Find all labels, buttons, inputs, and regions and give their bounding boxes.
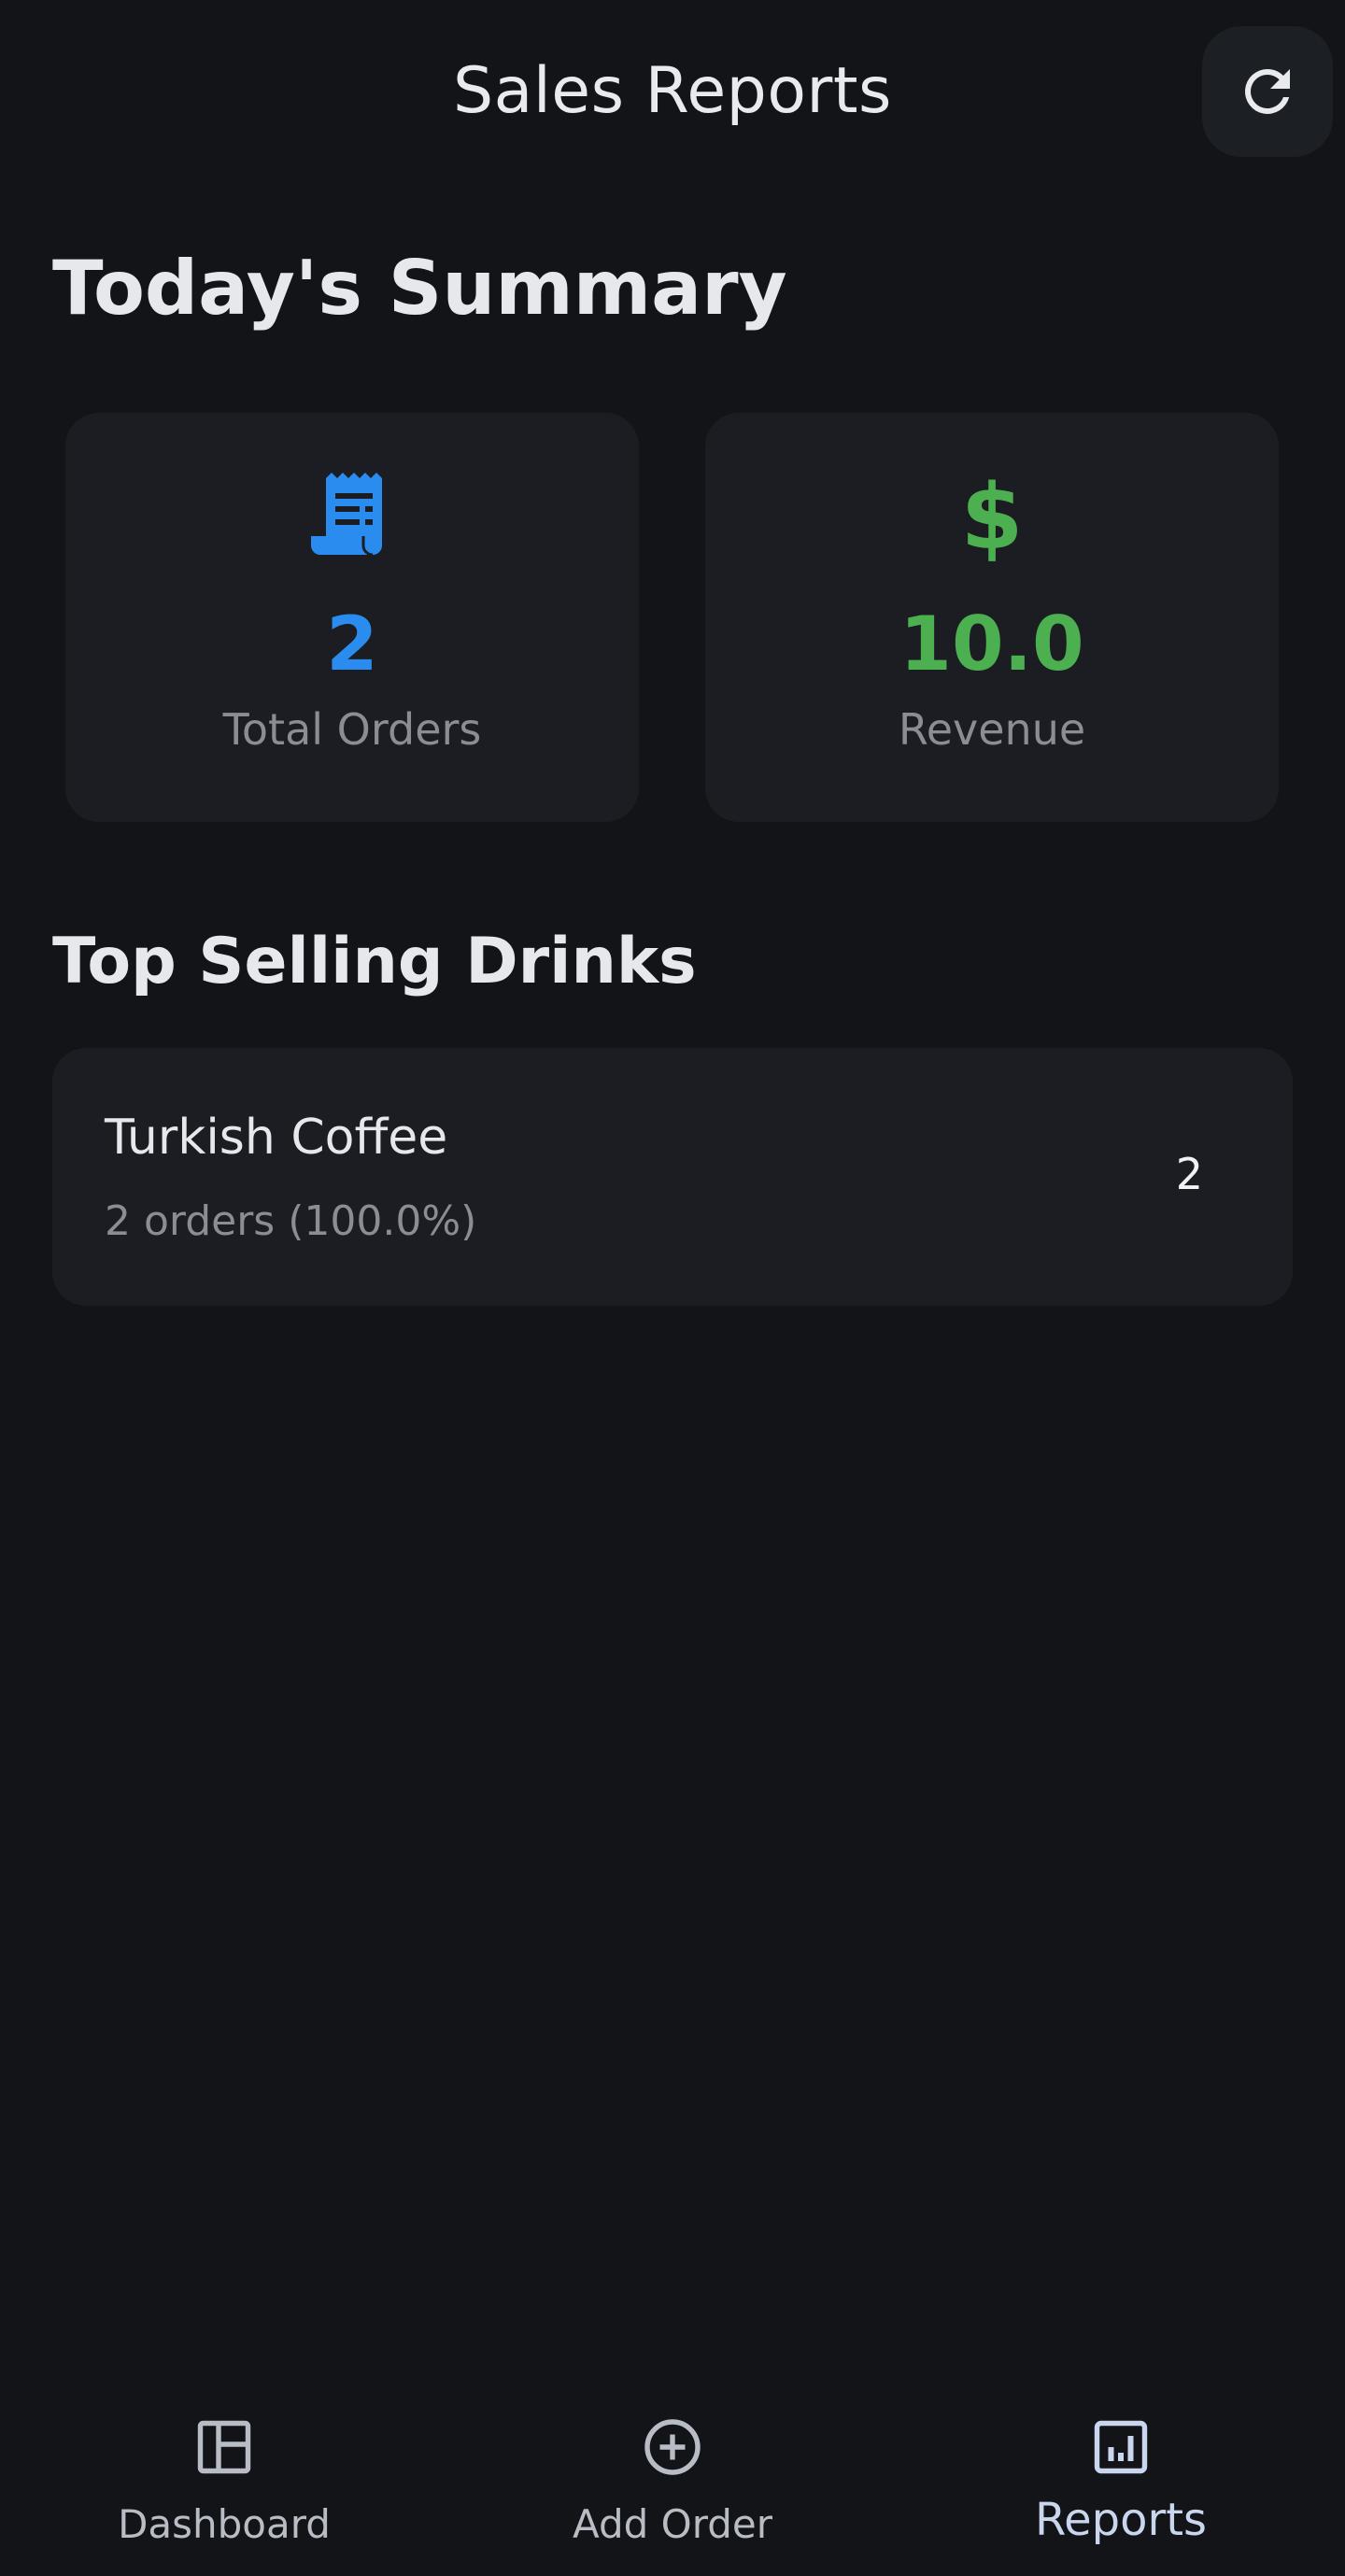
add-circle-icon — [448, 2413, 897, 2481]
total-orders-label: Total Orders — [222, 704, 482, 755]
nav-label-dashboard: Dashboard — [118, 2501, 331, 2547]
app-screen: Sales Reports Today's Summary 2 Total Or… — [0, 0, 1345, 2576]
drink-count: 2 — [1175, 1149, 1203, 1199]
revenue-card: $ 10.0 Revenue — [705, 413, 1279, 822]
revenue-label: Revenue — [898, 704, 1086, 755]
summary-heading: Today's Summary — [52, 245, 787, 332]
nav-label-reports: Reports — [1034, 2494, 1208, 2546]
bar-chart-icon — [897, 2413, 1345, 2481]
receipt-icon — [65, 471, 639, 564]
total-orders-value: 2 — [326, 601, 378, 687]
page-title: Sales Reports — [453, 54, 892, 128]
app-header: Sales Reports — [0, 0, 1345, 187]
top-selling-heading: Top Selling Drinks — [52, 925, 697, 998]
drink-name: Turkish Coffee — [105, 1110, 448, 1166]
total-orders-card: 2 Total Orders — [65, 413, 639, 822]
nav-item-dashboard[interactable]: Dashboard — [0, 2391, 448, 2576]
refresh-icon — [1244, 68, 1290, 114]
bottom-navigation: Dashboard Add Order Reports — [0, 2391, 1345, 2576]
list-item[interactable]: Turkish Coffee 2 orders (100.0%) 2 — [52, 1048, 1293, 1306]
nav-label-add-order: Add Order — [572, 2501, 773, 2547]
refresh-button[interactable] — [1202, 26, 1333, 157]
drink-orders-share: 2 orders (100.0%) — [105, 1197, 477, 1245]
nav-item-add-order[interactable]: Add Order — [448, 2391, 897, 2576]
revenue-value: 10.0 — [899, 601, 1084, 687]
dollar-icon-wrapper: $ — [705, 471, 1279, 564]
nav-item-reports[interactable]: Reports — [897, 2391, 1345, 2576]
dashboard-icon — [0, 2413, 448, 2481]
dollar-icon: $ — [960, 465, 1024, 570]
